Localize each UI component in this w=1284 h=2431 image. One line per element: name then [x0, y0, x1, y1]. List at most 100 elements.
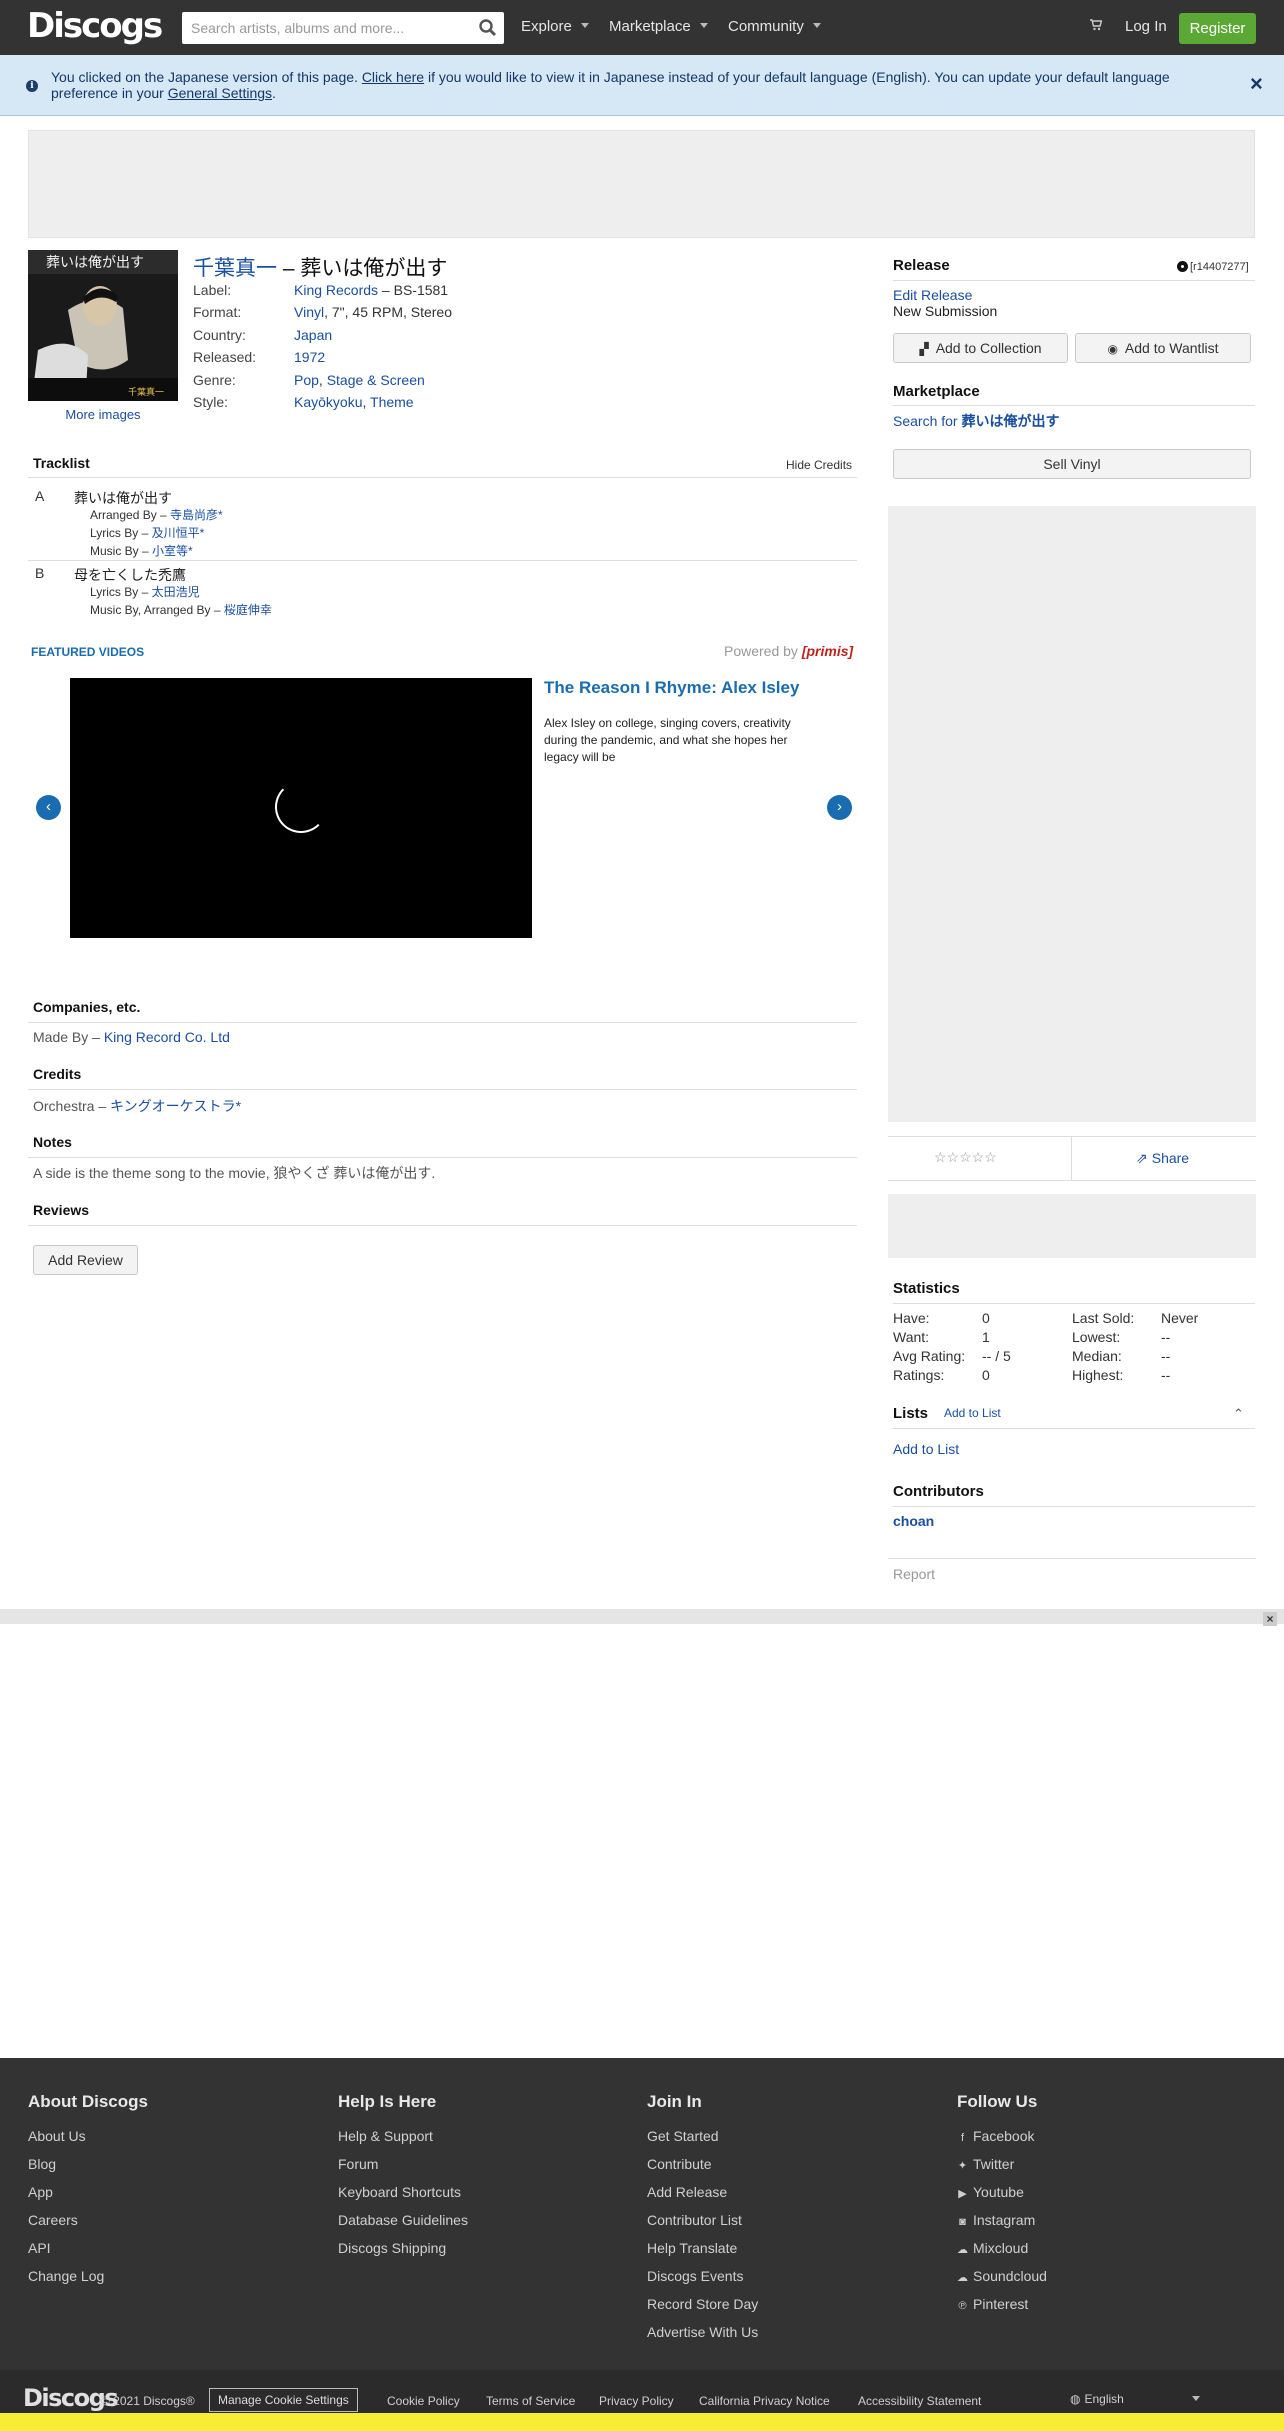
track-title: 葬いは俺が出す: [74, 490, 172, 506]
pinterest-link[interactable]: ℗ Pinterest: [957, 2296, 1028, 2312]
hide-credits-link[interactable]: Hide Credits: [786, 458, 852, 472]
mixcloud-link[interactable]: ☁ Mixcloud: [957, 2240, 1028, 2256]
video-title[interactable]: The Reason I Rhyme: Alex Isley: [544, 678, 799, 698]
discogs-logo[interactable]: Discogs: [27, 6, 163, 46]
profile-value: Vinyl, 7", 45 RPM, Stereo: [294, 304, 452, 320]
release-id-text[interactable]: [r14407277]: [1190, 261, 1249, 273]
language-select[interactable]: ◍ English: [1070, 2392, 1200, 2406]
twitter-icon: ✦: [957, 2160, 968, 2172]
footer-link[interactable]: About Us: [28, 2128, 86, 2144]
share-button[interactable]: ⇗ Share: [1136, 1150, 1189, 1167]
footer-link[interactable]: Add Release: [647, 2184, 727, 2200]
report-link[interactable]: Report: [893, 1566, 935, 1582]
facebook-link[interactable]: f Facebook: [957, 2128, 1035, 2144]
genre-link[interactable]: Stage & Screen: [327, 372, 425, 388]
youtube-link[interactable]: ▶ Youtube: [957, 2184, 1024, 2200]
search-icon[interactable]: [478, 18, 498, 38]
year-link[interactable]: 1972: [294, 349, 325, 365]
nav-explore[interactable]: Explore: [521, 18, 589, 35]
stat-ratings-link[interactable]: 0: [982, 1367, 990, 1383]
add-review-button[interactable]: Add Review: [33, 1245, 138, 1275]
footer-link[interactable]: Discogs Shipping: [338, 2240, 446, 2256]
chevron-up-icon[interactable]: ⌃: [1233, 1406, 1244, 1422]
country-link[interactable]: Japan: [294, 327, 332, 343]
artist-link[interactable]: 千葉真一: [193, 257, 277, 280]
footer-heading: Follow Us: [957, 2092, 1038, 2111]
primis-logo[interactable]: [primis]: [802, 643, 853, 659]
close-icon[interactable]: ×: [1250, 73, 1263, 95]
credit-artist-link[interactable]: 桜庭伸幸: [224, 603, 272, 617]
footer-link[interactable]: Contribute: [647, 2156, 712, 2172]
style-link[interactable]: Kayōkyoku: [294, 394, 362, 410]
credit-artist-link[interactable]: キングオーケストラ*: [110, 1098, 241, 1114]
instagram-link[interactable]: ◙ Instagram: [957, 2212, 1035, 2228]
soundcloud-link[interactable]: ☁ Soundcloud: [957, 2268, 1047, 2284]
label-link[interactable]: King Records: [294, 282, 378, 298]
twitter-link[interactable]: ✦ Twitter: [957, 2156, 1014, 2172]
add-to-wantlist-button[interactable]: ◉ Add to Wantlist: [1075, 333, 1251, 363]
footer-link[interactable]: Database Guidelines: [338, 2212, 468, 2228]
stat-want-link[interactable]: 1: [982, 1329, 990, 1345]
california-privacy-link[interactable]: California Privacy Notice: [699, 2394, 830, 2408]
manage-cookie-settings-button[interactable]: Manage Cookie Settings: [209, 2388, 358, 2412]
footer-link[interactable]: Careers: [28, 2212, 78, 2228]
search-marketplace-link[interactable]: Search for 葬いは俺が出す: [893, 411, 1059, 431]
prev-video-button[interactable]: ‹: [36, 795, 61, 820]
credit-artist-link[interactable]: 太田浩児: [152, 585, 200, 599]
click-here-link[interactable]: Click here: [362, 69, 424, 85]
stat-have-link[interactable]: 0: [982, 1310, 990, 1326]
format-link[interactable]: Vinyl: [294, 304, 324, 320]
credit-role: Lyrics By –: [90, 585, 152, 599]
credit-artist-link[interactable]: 小室等*: [152, 544, 193, 558]
login-link[interactable]: Log In: [1125, 18, 1167, 35]
nav-marketplace[interactable]: Marketplace: [609, 18, 708, 35]
stat-key: Have:: [893, 1310, 930, 1326]
footer-link[interactable]: Change Log: [28, 2268, 104, 2284]
general-settings-link[interactable]: General Settings: [168, 85, 272, 101]
privacy-policy-link[interactable]: Privacy Policy: [599, 2394, 674, 2408]
style-link[interactable]: Theme: [370, 394, 414, 410]
companies-heading: Companies, etc.: [33, 999, 141, 1015]
credit-artist-link[interactable]: 寺島尚彦*: [170, 508, 223, 522]
contributor-link[interactable]: choan: [893, 1513, 934, 1529]
company-role: Made By –: [33, 1029, 104, 1045]
footer-link[interactable]: Help Translate: [647, 2240, 737, 2256]
nav-label: Marketplace: [609, 18, 691, 35]
nav-community[interactable]: Community: [728, 18, 821, 35]
footer-link[interactable]: Advertise With Us: [647, 2324, 758, 2340]
footer-link[interactable]: App: [28, 2184, 53, 2200]
search-input[interactable]: [182, 12, 472, 44]
video-player[interactable]: [70, 678, 532, 938]
chevron-down-icon: [699, 23, 708, 28]
footer-link[interactable]: API: [28, 2240, 51, 2256]
next-video-button[interactable]: ›: [827, 795, 852, 820]
close-icon[interactable]: ×: [1263, 1612, 1277, 1626]
cover-image[interactable]: 葬いは俺が出す 千葉真一: [28, 250, 178, 401]
add-to-list-link[interactable]: Add to List: [893, 1441, 959, 1457]
add-to-collection-button[interactable]: ▞ Add to Collection: [893, 333, 1068, 363]
footer-link[interactable]: Help & Support: [338, 2128, 433, 2144]
add-to-list-small-link[interactable]: Add to List: [944, 1406, 1001, 1420]
cover-title-text: 葬いは俺が出す: [46, 255, 144, 271]
edit-release-link[interactable]: Edit Release: [893, 287, 972, 303]
genre-link[interactable]: Pop: [294, 372, 319, 388]
nav-label: Community: [728, 18, 804, 35]
footer-link[interactable]: Keyboard Shortcuts: [338, 2184, 461, 2200]
rating-stars[interactable]: ☆☆☆☆☆: [934, 1149, 997, 1166]
footer-link[interactable]: Get Started: [647, 2128, 719, 2144]
sell-vinyl-button[interactable]: Sell Vinyl: [893, 449, 1251, 479]
terms-link[interactable]: Terms of Service: [486, 2394, 575, 2408]
more-images-link[interactable]: More images: [28, 407, 178, 422]
footer-link[interactable]: Blog: [28, 2156, 56, 2172]
accessibility-link[interactable]: Accessibility Statement: [858, 2394, 981, 2408]
footer-link[interactable]: Record Store Day: [647, 2296, 758, 2312]
credit-artist-link[interactable]: 及川恒平*: [152, 526, 205, 540]
register-button[interactable]: Register: [1179, 13, 1256, 44]
company-link[interactable]: King Record Co. Ltd: [104, 1029, 230, 1045]
cart-icon[interactable]: [1090, 19, 1102, 31]
footer-link[interactable]: Forum: [338, 2156, 378, 2172]
footer-link[interactable]: Contributor List: [647, 2212, 742, 2228]
footer-link[interactable]: Discogs Events: [647, 2268, 743, 2284]
cookie-policy-link[interactable]: Cookie Policy: [387, 2394, 460, 2408]
soundcloud-icon: ☁: [957, 2272, 968, 2284]
